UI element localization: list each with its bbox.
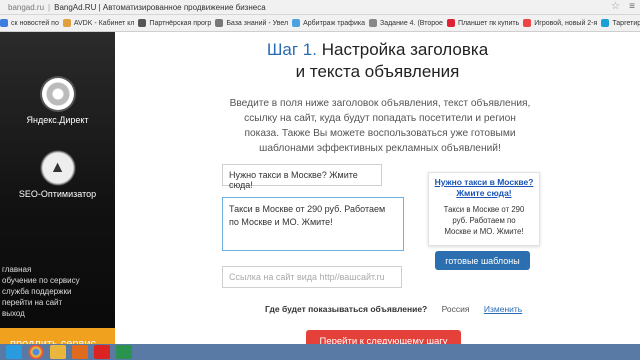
desc-line: показа. Также Вы можете воспользоваться … xyxy=(244,128,516,139)
bookmark-label: Планшет пк купить xyxy=(457,19,520,27)
bookmark-star-icon[interactable]: ☆ xyxy=(611,1,620,12)
bookmark-item[interactable]: База знаний - Увел xyxy=(215,19,288,27)
sidebar-item-label: SEO-Оптимизатор xyxy=(18,189,97,199)
app-icon[interactable] xyxy=(94,345,110,359)
bookmark-label: Игровой, новый 2-я xyxy=(534,19,598,27)
folder-icon[interactable] xyxy=(50,345,66,359)
region-question: Где будет показываться объявление? xyxy=(265,304,428,314)
preview-title[interactable]: Нужно такси в Москве? Жмите сюда! xyxy=(429,177,539,199)
preview-text-line: Москве и МО. Жмите! xyxy=(444,227,524,236)
rocket-icon: ▲ xyxy=(39,150,76,186)
bookmark-favicon-icon xyxy=(368,19,377,27)
url-host: bangad.ru xyxy=(8,2,45,12)
bookmark-item[interactable]: Игровой, новый 2-я xyxy=(523,19,597,27)
bookmark-label: Таргетированные о xyxy=(612,19,640,27)
bookmark-label: Задание 4. (Второе xyxy=(379,19,443,27)
page-title: Шаг 1. Настройка заголовка и текста объя… xyxy=(115,39,640,83)
title-line-2: и текста объявления xyxy=(295,62,460,81)
templates-button[interactable]: готовые шаблоны xyxy=(435,251,530,270)
sidebar-link-training[interactable]: обучение по сервису xyxy=(0,275,80,286)
sidebar-links: главная обучение по сервису служба подде… xyxy=(0,264,80,319)
bookmark-favicon-icon xyxy=(215,19,224,27)
preview-text-line: Такси в Москве от 290 xyxy=(443,205,525,214)
bookmark-label: ск новостей по xyxy=(11,19,59,27)
skype-icon[interactable] xyxy=(6,345,22,359)
bookmark-label: AVDK - Кабинет кл xyxy=(73,19,135,27)
sidebar-item-seo-optimizer[interactable]: ▲ SEO-Оптимизатор xyxy=(0,150,115,199)
bookmark-favicon-icon xyxy=(0,19,8,27)
region-value: Россия xyxy=(441,304,470,314)
instructions-text: Введите в поля ниже заголовок объявления… xyxy=(215,96,545,156)
bookmark-item[interactable]: AVDK - Кабинет кл xyxy=(62,19,135,27)
preview-text: Такси в Москве от 290 руб. Работаем по М… xyxy=(429,204,539,237)
excel-icon[interactable] xyxy=(116,345,132,359)
site-url-input[interactable]: Ссылка на сайт вида http//вашсайт.ru xyxy=(222,266,402,288)
sidebar-link-logout[interactable]: выход xyxy=(0,308,80,319)
bookmark-item[interactable]: Планшет пк купить xyxy=(446,19,520,27)
taskbar xyxy=(0,344,640,360)
bookmark-favicon-icon xyxy=(292,19,301,27)
main-content: Шаг 1. Настройка заголовка и текста объя… xyxy=(115,32,640,352)
bookmark-favicon-icon xyxy=(601,19,610,27)
bookmark-item[interactable]: Арбитраж трафика xyxy=(292,19,365,27)
desc-line: ссылку на сайт, куда будут попадать посе… xyxy=(244,113,516,124)
bookmark-item[interactable]: Таргетированные о xyxy=(601,19,640,27)
bookmark-label: Партнёрская прогр xyxy=(149,19,212,27)
bookmark-label: Арбитраж трафика xyxy=(303,19,365,27)
region-change-link[interactable]: Изменить xyxy=(484,304,522,314)
bookmark-label: База знаний - Увел xyxy=(226,19,289,27)
bookmark-favicon-icon xyxy=(446,19,455,27)
region-row: Где будет показываться объявление? Росси… xyxy=(265,304,522,314)
desc-line: Введите в поля ниже заголовок объявления… xyxy=(229,98,531,109)
ad-text-textarea[interactable]: Такси в Москве от 290 руб. Работаем по М… xyxy=(222,197,404,251)
step-number: Шаг 1. xyxy=(266,40,317,59)
desc-line: шаблонами эффективных рекламных объявлен… xyxy=(259,143,501,154)
url-separator: | xyxy=(48,2,51,12)
bookmark-favicon-icon xyxy=(62,19,71,27)
sidebar-link-site[interactable]: перейти на сайт xyxy=(0,297,80,308)
sidebar-item-label: Яндекс.Директ xyxy=(26,115,89,125)
preview-title-line: Нужно такси в Москве? xyxy=(434,177,534,187)
address-bar[interactable]: bangad.ru | BangAd.RU | Автоматизированн… xyxy=(0,0,640,15)
bookmark-favicon-icon xyxy=(138,19,147,27)
bookmark-item[interactable]: ск новостей по xyxy=(0,19,59,27)
bookmark-favicon-icon xyxy=(523,19,532,27)
title-rest: Настройка заголовка xyxy=(321,40,489,59)
preview-text-line: руб. Работаем по xyxy=(452,216,516,225)
media-player-icon[interactable] xyxy=(72,345,88,359)
sidebar: Яндекс.Директ ▲ SEO-Оптимизатор главная … xyxy=(0,32,115,360)
ad-preview: Нужно такси в Москве? Жмите сюда! Такси … xyxy=(428,172,540,246)
bookmark-item[interactable]: Партнёрская прогр xyxy=(138,19,211,27)
preview-title-line: Жмите сюда! xyxy=(456,188,512,198)
sidebar-link-home[interactable]: главная xyxy=(0,264,80,275)
bookmark-item[interactable]: Задание 4. (Второе xyxy=(368,19,443,27)
bookmarks-bar: ск новостей по AVDK - Кабинет кл Партнёрск… xyxy=(0,15,640,32)
browser-menu-icon[interactable]: ≡ xyxy=(629,1,635,12)
chrome-icon[interactable] xyxy=(28,345,44,359)
page-title-url: BangAd.RU | Автоматизированное продвижен… xyxy=(54,2,266,12)
ad-title-input[interactable]: Нужно такси в Москве? Жмите сюда! xyxy=(222,164,382,190)
sidebar-item-yandex-direct[interactable]: Яндекс.Директ xyxy=(0,76,115,125)
gear-icon xyxy=(39,76,76,112)
sidebar-link-support[interactable]: служба поддержки xyxy=(0,286,80,297)
